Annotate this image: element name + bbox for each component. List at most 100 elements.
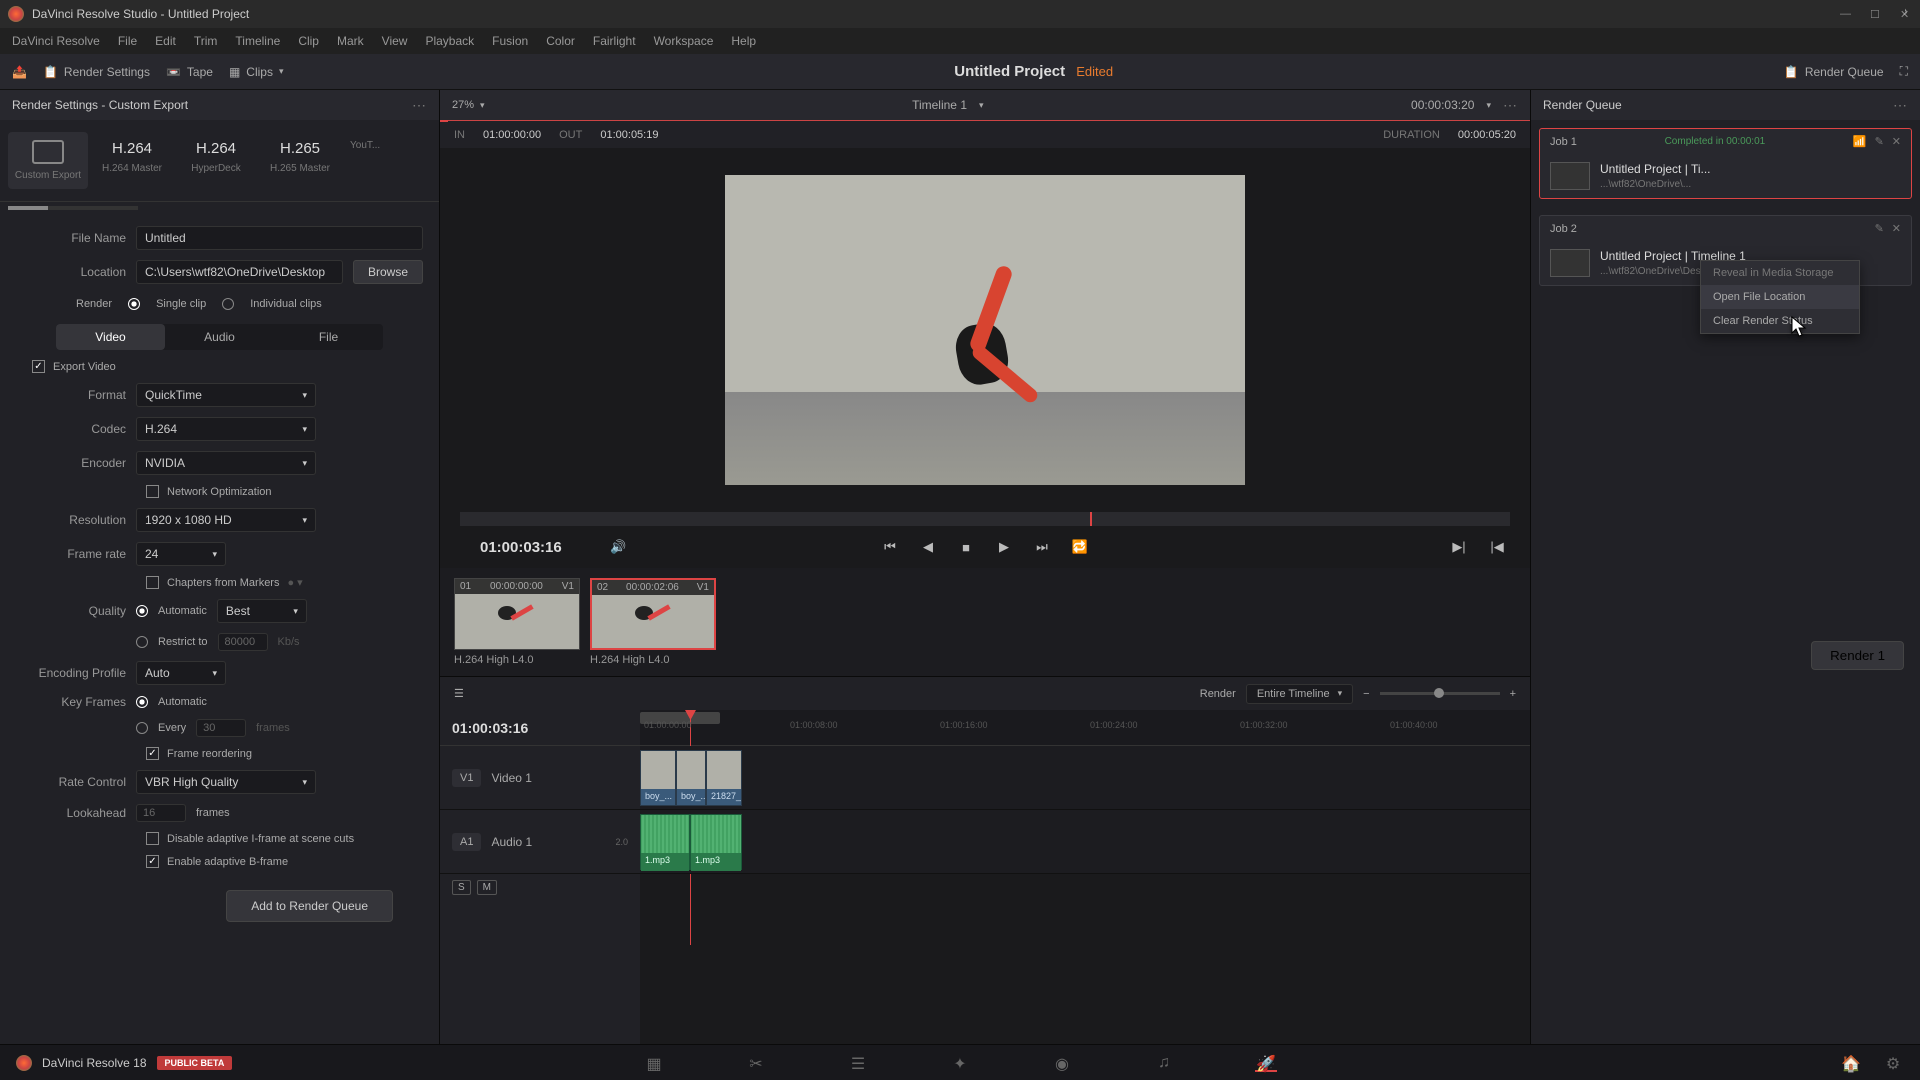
menu-trim[interactable]: Trim bbox=[194, 34, 218, 48]
quick-export-icon[interactable]: 📤 bbox=[12, 65, 27, 79]
media-page-icon[interactable]: ▦ bbox=[643, 1054, 665, 1072]
timeline-view-icon[interactable]: ☰ bbox=[454, 687, 464, 700]
job-close-icon[interactable]: ✕ bbox=[1892, 222, 1901, 235]
preset-h264-master[interactable]: H.264 H.264 Master bbox=[92, 132, 172, 189]
menu-file[interactable]: File bbox=[118, 34, 137, 48]
settings-icon[interactable]: ⚙ bbox=[1882, 1054, 1904, 1072]
framerate-select[interactable]: 24▾ bbox=[136, 542, 226, 566]
menu-fusion[interactable]: Fusion bbox=[492, 34, 528, 48]
menu-playback[interactable]: Playback bbox=[425, 34, 474, 48]
video-track-lane[interactable]: boy_... boy_... 21827_... bbox=[640, 746, 1530, 810]
menu-color[interactable]: Color bbox=[546, 34, 575, 48]
export-video-checkbox[interactable] bbox=[32, 360, 45, 373]
video-clip-3[interactable]: 21827_... bbox=[706, 750, 742, 806]
first-frame-button[interactable]: ⏮ bbox=[881, 539, 899, 555]
render-queue-toggle[interactable]: 📋 Render Queue bbox=[1784, 65, 1884, 79]
tab-file[interactable]: File bbox=[274, 324, 383, 350]
timeline-name[interactable]: Timeline 1 bbox=[912, 98, 967, 112]
audio-panel-icon[interactable]: ♪ bbox=[1903, 6, 1909, 18]
preset-custom[interactable]: Custom Export bbox=[8, 132, 88, 189]
frame-reorder-checkbox[interactable] bbox=[146, 747, 159, 760]
zoom-out-button[interactable]: − bbox=[1363, 688, 1369, 700]
menu-workspace[interactable]: Workspace bbox=[654, 34, 714, 48]
ctx-open-location[interactable]: Open File Location bbox=[1701, 285, 1859, 309]
viewer-menu[interactable]: ⋯ bbox=[1503, 97, 1518, 114]
audio-track-lane[interactable]: 1.mp3 1.mp3 bbox=[640, 810, 1530, 874]
format-select[interactable]: QuickTime▾ bbox=[136, 383, 316, 407]
rate-control-select[interactable]: VBR High Quality▾ bbox=[136, 770, 316, 794]
cut-page-icon[interactable]: ✂ bbox=[745, 1054, 767, 1072]
menu-help[interactable]: Help bbox=[731, 34, 756, 48]
step-back-button[interactable]: ◀ bbox=[919, 539, 937, 555]
scrubber[interactable] bbox=[460, 512, 1510, 526]
maximize-button[interactable]: ☐ bbox=[1870, 8, 1882, 20]
ctx-reveal-media[interactable]: Reveal in Media Storage bbox=[1701, 261, 1859, 285]
audio-track-header[interactable]: A1 Audio 1 2.0 bbox=[440, 810, 640, 874]
job-edit-icon[interactable]: ✎ bbox=[1875, 222, 1884, 235]
queue-menu[interactable]: ⋯ bbox=[1893, 97, 1908, 114]
chapters-checkbox[interactable] bbox=[146, 576, 159, 589]
tab-video[interactable]: Video bbox=[56, 324, 165, 350]
clip-thumb-1[interactable]: 0100:00:00:00V1 bbox=[454, 578, 580, 650]
menu-edit[interactable]: Edit bbox=[155, 34, 176, 48]
video-track-header[interactable]: V1 Video 1 bbox=[440, 746, 640, 810]
audio-clip-2[interactable]: 1.mp3 bbox=[690, 814, 742, 870]
fusion-page-icon[interactable]: ✦ bbox=[949, 1054, 971, 1072]
tab-audio[interactable]: Audio bbox=[165, 324, 274, 350]
filename-input[interactable] bbox=[136, 226, 423, 250]
render-settings-toggle[interactable]: 📋 Render Settings bbox=[43, 65, 150, 79]
profile-select[interactable]: Auto▾ bbox=[136, 661, 226, 685]
job-1[interactable]: Job 1 Completed in 00:00:01 📶✎✕ Untitled… bbox=[1539, 128, 1912, 199]
resolution-select[interactable]: 1920 x 1080 HD▾ bbox=[136, 508, 316, 532]
clip-thumb-2[interactable]: 0200:00:02:06V1 bbox=[590, 578, 716, 650]
preset-hyperdeck[interactable]: H.264 HyperDeck bbox=[176, 132, 256, 189]
loop-button[interactable]: 🔁 bbox=[1071, 539, 1089, 555]
render-settings-menu[interactable]: ⋯ bbox=[412, 97, 427, 114]
zoom-in-button[interactable]: + bbox=[1510, 688, 1516, 700]
restrict-radio[interactable] bbox=[136, 636, 148, 648]
menu-davinci[interactable]: DaVinci Resolve bbox=[12, 34, 100, 48]
encoder-select[interactable]: NVIDIA▾ bbox=[136, 451, 316, 475]
minimize-button[interactable]: — bbox=[1840, 8, 1852, 20]
stop-button[interactable]: ■ bbox=[957, 540, 975, 555]
edit-page-icon[interactable]: ☰ bbox=[847, 1054, 869, 1072]
menu-timeline[interactable]: Timeline bbox=[235, 34, 280, 48]
menu-mark[interactable]: Mark bbox=[337, 34, 364, 48]
zoom-select[interactable]: 27% ▾ bbox=[452, 99, 485, 111]
deliver-page-icon[interactable]: 🚀 bbox=[1255, 1054, 1277, 1072]
video-clip-2[interactable]: boy_... bbox=[676, 750, 706, 806]
speaker-icon[interactable]: 🔊 bbox=[610, 539, 626, 555]
preset-youtube[interactable]: YouT... bbox=[344, 132, 386, 189]
network-opt-checkbox[interactable] bbox=[146, 485, 159, 498]
mute-button[interactable]: M bbox=[477, 880, 497, 895]
menu-view[interactable]: View bbox=[382, 34, 408, 48]
quality-best-select[interactable]: Best▾ bbox=[217, 599, 307, 623]
tape-toggle[interactable]: 📼 Tape bbox=[166, 65, 213, 79]
job-edit-icon[interactable]: ✎ bbox=[1875, 135, 1884, 148]
enable-bframe-checkbox[interactable] bbox=[146, 855, 159, 868]
clips-toggle[interactable]: ▦ Clips ▾ bbox=[229, 65, 284, 79]
job-sync-icon[interactable]: 📶 bbox=[1853, 135, 1867, 148]
quality-auto-radio[interactable] bbox=[136, 605, 148, 617]
timeline-ruler[interactable]: 01:00:00:00 01:00:08:00 01:00:16:00 01:0… bbox=[640, 710, 1530, 746]
browse-button[interactable]: Browse bbox=[353, 260, 423, 284]
kf-every-radio[interactable] bbox=[136, 722, 148, 734]
render-range-select[interactable]: Entire Timeline▾ bbox=[1246, 684, 1353, 704]
preset-h265[interactable]: H.265 H.265 Master bbox=[260, 132, 340, 189]
color-page-icon[interactable]: ◉ bbox=[1051, 1054, 1073, 1072]
fairlight-page-icon[interactable]: ♫ bbox=[1153, 1054, 1175, 1072]
audio-clip-1[interactable]: 1.mp3 bbox=[640, 814, 690, 870]
menu-fairlight[interactable]: Fairlight bbox=[593, 34, 636, 48]
play-button[interactable]: ▶ bbox=[995, 539, 1013, 555]
individual-clips-radio[interactable] bbox=[222, 298, 234, 310]
next-clip-button[interactable]: ▶| bbox=[1450, 539, 1468, 555]
render-button[interactable]: Render 1 bbox=[1811, 641, 1904, 670]
ctx-clear-status[interactable]: Clear Render Status bbox=[1701, 309, 1859, 333]
lookahead-input[interactable] bbox=[136, 804, 186, 822]
single-clip-radio[interactable] bbox=[128, 298, 140, 310]
menu-clip[interactable]: Clip bbox=[298, 34, 319, 48]
prev-clip-button[interactable]: |◀ bbox=[1488, 539, 1506, 555]
disable-iframe-checkbox[interactable] bbox=[146, 832, 159, 845]
last-frame-button[interactable]: ⏭ bbox=[1033, 539, 1051, 555]
add-to-queue-button[interactable]: Add to Render Queue bbox=[226, 890, 393, 922]
